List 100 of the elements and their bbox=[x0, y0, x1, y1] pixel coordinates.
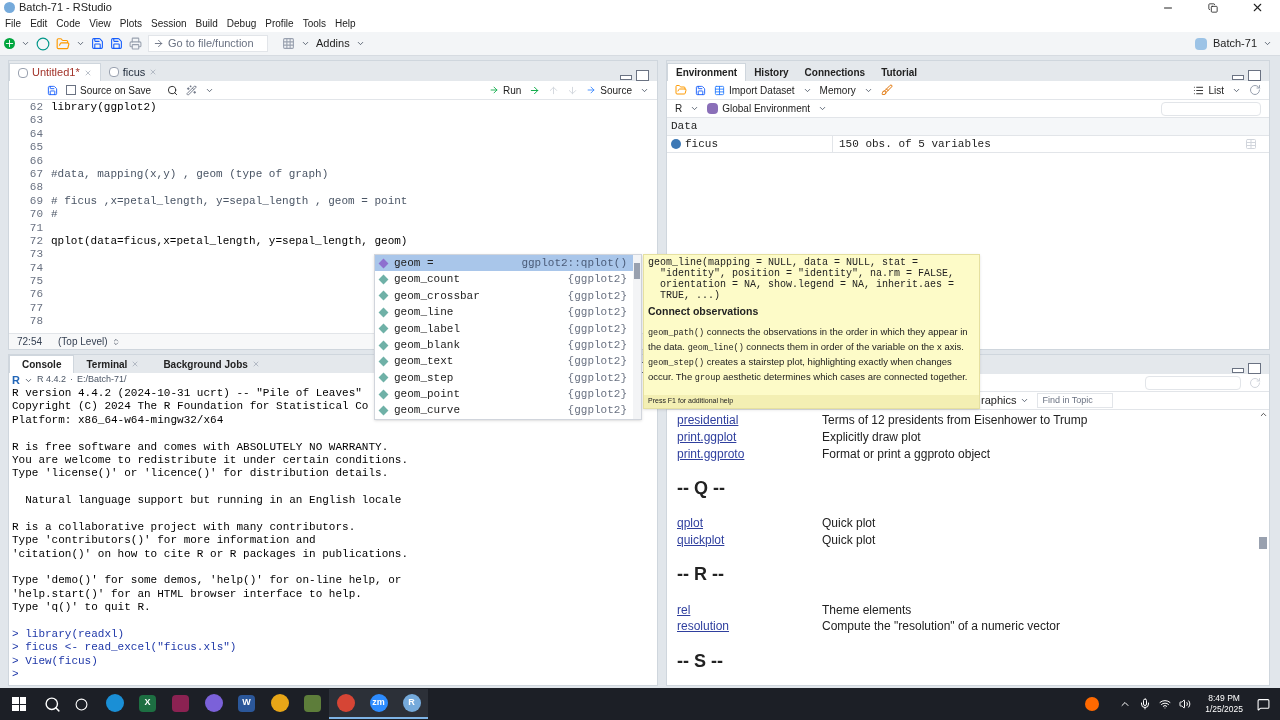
speaker-icon[interactable] bbox=[1179, 698, 1192, 710]
help-link[interactable]: print.ggproto bbox=[677, 444, 822, 463]
menu-item[interactable]: Plots bbox=[119, 16, 142, 31]
help-description: Terms of 12 presidents from Eisenhower to Trump bbox=[822, 412, 1088, 430]
source-button[interactable]: Source bbox=[600, 82, 632, 98]
microphone-icon[interactable] bbox=[1139, 698, 1152, 710]
clock-time[interactable]: 8:49 PM bbox=[1208, 693, 1240, 704]
save-icon[interactable] bbox=[91, 37, 104, 50]
help-link[interactable]: rel bbox=[677, 600, 822, 619]
help-link[interactable]: qplot bbox=[677, 514, 822, 533]
windows-logo-icon[interactable] bbox=[12, 697, 26, 711]
grid-icon[interactable] bbox=[282, 37, 295, 50]
wand-icon[interactable] bbox=[186, 84, 198, 96]
environment-tab[interactable]: History bbox=[746, 63, 797, 81]
expand-icon[interactable] bbox=[671, 139, 681, 149]
help-link[interactable]: quickplot bbox=[677, 531, 822, 550]
weather-icon[interactable] bbox=[1085, 697, 1100, 711]
completion-item[interactable]: geom_step bbox=[394, 369, 454, 387]
language-menu[interactable]: R bbox=[675, 101, 683, 116]
save-all-icon[interactable] bbox=[110, 37, 123, 50]
table-icon[interactable] bbox=[714, 84, 725, 96]
scroll-up-icon[interactable] bbox=[1258, 410, 1268, 419]
completion-item[interactable]: geom_curve bbox=[394, 402, 460, 419]
print-icon[interactable] bbox=[129, 37, 142, 50]
environment-menu[interactable]: Global Environment bbox=[722, 101, 811, 116]
search-icon[interactable] bbox=[167, 84, 179, 96]
menu-item[interactable]: Tools bbox=[302, 16, 326, 31]
taskbar-app-icon[interactable] bbox=[270, 694, 289, 712]
console-tab[interactable]: Console bbox=[9, 355, 75, 373]
completion-item[interactable]: geom = bbox=[394, 254, 434, 272]
help-link[interactable]: print.ggplot bbox=[677, 428, 822, 447]
close-icon[interactable] bbox=[1251, 1, 1264, 14]
completion-item[interactable]: geom_point bbox=[394, 386, 460, 403]
save-icon[interactable] bbox=[47, 84, 58, 96]
menu-item[interactable]: Debug bbox=[226, 16, 257, 31]
taskbar-app-icon[interactable]: X bbox=[139, 694, 156, 712]
menu-item[interactable]: Build bbox=[195, 16, 218, 31]
console-tab[interactable]: Background Jobs bbox=[151, 355, 272, 373]
import-dataset-button[interactable]: Import Dataset bbox=[729, 82, 795, 98]
maximize-pane-button[interactable] bbox=[1248, 70, 1261, 81]
completion-item[interactable]: geom_blank bbox=[394, 336, 460, 354]
scrollbar-thumb[interactable] bbox=[1259, 537, 1267, 549]
search-field[interactable] bbox=[1145, 375, 1241, 390]
list-icon[interactable] bbox=[1193, 84, 1205, 96]
memory-button[interactable]: Memory bbox=[819, 82, 856, 98]
menu-item[interactable]: Help bbox=[335, 16, 356, 31]
topic-menu[interactable]: raphics bbox=[981, 392, 1017, 409]
checkbox[interactable] bbox=[66, 85, 76, 95]
minimize-pane-button[interactable] bbox=[1232, 368, 1244, 373]
taskbar-app-icon[interactable] bbox=[304, 694, 321, 712]
run-button[interactable]: Run bbox=[502, 82, 522, 98]
addins-button[interactable]: Addins bbox=[316, 35, 350, 52]
taskbar-app-icon[interactable] bbox=[204, 694, 223, 712]
maximize-pane-button[interactable] bbox=[636, 70, 649, 81]
refresh-icon[interactable] bbox=[1249, 84, 1261, 96]
completion-item[interactable]: geom_label bbox=[394, 320, 460, 337]
scope-menu[interactable]: (Top Level) bbox=[58, 334, 108, 349]
run-arrow-icon[interactable] bbox=[488, 85, 499, 95]
minimize-pane-button[interactable] bbox=[1232, 75, 1244, 80]
maximize-pane-button[interactable] bbox=[1248, 363, 1261, 374]
rerun-icon[interactable] bbox=[529, 84, 541, 96]
search-field[interactable] bbox=[1161, 101, 1261, 116]
scrollbar-thumb[interactable] bbox=[634, 263, 640, 279]
taskbar-app-icon[interactable] bbox=[105, 694, 124, 712]
open-folder-icon[interactable] bbox=[56, 36, 70, 51]
task-view-icon[interactable] bbox=[75, 697, 88, 711]
console-tab[interactable]: Terminal bbox=[74, 355, 152, 373]
project-button[interactable]: Batch-71 bbox=[1212, 35, 1257, 52]
completion-item[interactable]: geom_count bbox=[394, 271, 460, 288]
source-arrow-icon[interactable] bbox=[586, 85, 597, 95]
new-file-icon[interactable] bbox=[4, 38, 15, 49]
broom-icon[interactable] bbox=[880, 84, 893, 96]
completion-item[interactable]: geom_line bbox=[394, 304, 454, 321]
network-icon[interactable] bbox=[1159, 698, 1172, 710]
help-link[interactable]: resolution bbox=[677, 617, 822, 636]
editor-tab[interactable]: ficus bbox=[100, 63, 166, 81]
clock-date[interactable]: 1/25/2025 bbox=[1205, 704, 1243, 715]
environment-tab[interactable]: Connections bbox=[796, 63, 874, 81]
completion-item[interactable]: geom_text bbox=[394, 353, 454, 370]
menu-item[interactable]: Profile bbox=[265, 16, 294, 31]
find-in-topic-field[interactable]: Find in Topic bbox=[1037, 393, 1114, 408]
menu-item[interactable]: View bbox=[89, 16, 111, 31]
completion-item[interactable]: geom_crossbar bbox=[394, 287, 480, 305]
open-folder-icon[interactable] bbox=[675, 84, 687, 96]
save-icon[interactable] bbox=[695, 84, 706, 96]
menu-item[interactable]: File bbox=[5, 16, 22, 31]
menu-item[interactable]: Code bbox=[56, 16, 81, 31]
help-link[interactable]: presidential bbox=[677, 411, 822, 430]
view-mode-button[interactable]: List bbox=[1208, 82, 1224, 98]
notifications-icon[interactable] bbox=[1257, 697, 1270, 711]
environment-tab[interactable]: Tutorial bbox=[873, 63, 926, 81]
restore-icon[interactable] bbox=[1207, 2, 1218, 13]
menu-item[interactable]: Session bbox=[151, 16, 187, 31]
environment-tab[interactable]: Environment bbox=[667, 63, 747, 81]
search-icon[interactable] bbox=[44, 695, 61, 713]
minimize-pane-button[interactable] bbox=[620, 75, 632, 80]
editor-tab[interactable]: Untitled1* bbox=[9, 63, 101, 81]
new-project-icon[interactable] bbox=[36, 36, 50, 51]
menu-item[interactable]: Edit bbox=[30, 16, 48, 31]
taskbar-app-icon[interactable]: W bbox=[238, 694, 255, 712]
